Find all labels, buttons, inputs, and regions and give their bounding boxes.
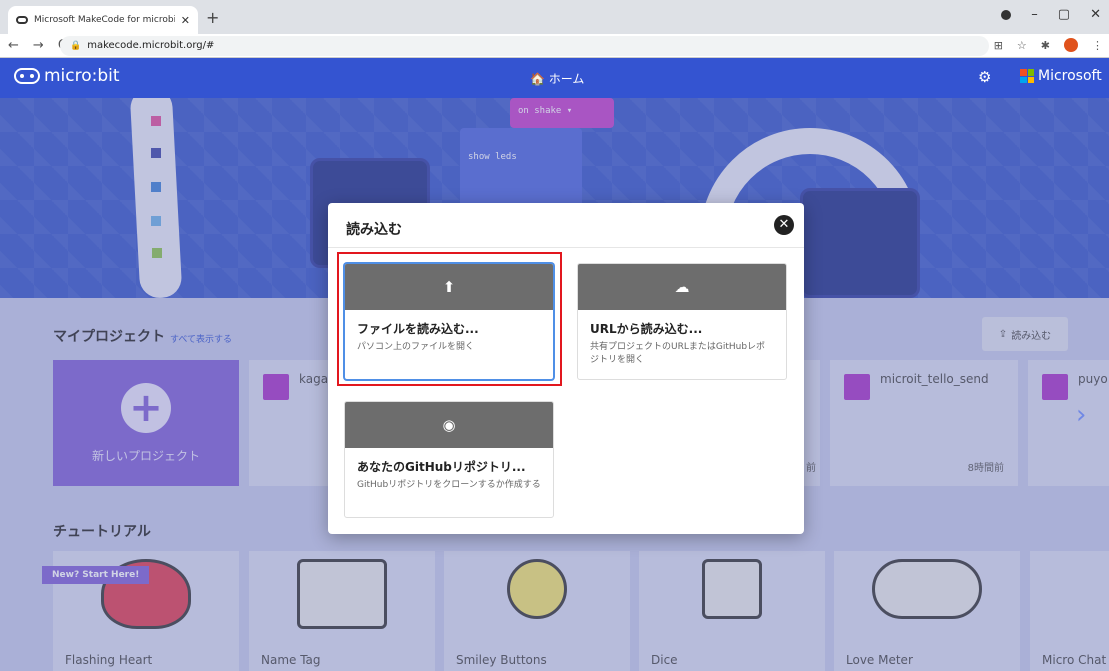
option-description: GitHubリポジトリをクローンするか作成する [357, 480, 541, 490]
star-icon[interactable]: ☆ [1017, 39, 1027, 52]
import-url-option[interactable]: ☁ URLから読み込む... 共有プロジェクトのURLまたはGitHubレポジト… [577, 263, 787, 380]
new-tab-button[interactable]: + [206, 8, 219, 27]
dialog-title: 読み込む [346, 222, 402, 238]
lock-icon: 🔒 [70, 40, 82, 51]
menu-icon[interactable]: ⋮ [1092, 39, 1103, 52]
logo-text: micro:bit [44, 66, 120, 86]
close-window-button[interactable]: ✕ [1090, 7, 1101, 22]
url-text: makecode.microbit.org/# [87, 40, 215, 51]
forward-button[interactable]: → [33, 38, 44, 53]
divider [328, 247, 804, 248]
microbit-logo[interactable]: micro:bit [14, 66, 120, 86]
back-button[interactable]: ← [8, 38, 19, 53]
microbit-favicon-icon [16, 16, 28, 24]
microsoft-logo[interactable]: Microsoft [1020, 68, 1102, 84]
window-controls: – ▢ ✕ [1001, 7, 1101, 22]
avatar[interactable] [1064, 38, 1078, 52]
home-label: ホーム [548, 72, 585, 86]
option-description: 共有プロジェクトのURLまたはGitHubレポジトリを開く [590, 342, 766, 365]
brand-text: Microsoft [1038, 68, 1102, 84]
address-bar: ← → C 🔒 makecode.microbit.org/# ⊞ ☆ ✱ ⋮ [0, 34, 1109, 58]
option-title: URLから読み込む... [590, 322, 703, 336]
browser-tab-bar: Microsoft MakeCode for microbit ✕ + – ▢ … [0, 0, 1109, 34]
github-repo-option[interactable]: ◉ あなたのGitHubリポジトリ... GitHubリポジトリをクローンするか… [344, 401, 554, 518]
home-icon: 🏠 [530, 72, 545, 86]
nav-buttons: ← → C [0, 38, 67, 53]
translate-icon[interactable]: ⊞ [994, 39, 1003, 52]
tab-close-icon[interactable]: ✕ [181, 14, 190, 27]
gear-icon[interactable]: ⚙ [978, 68, 991, 86]
url-field[interactable]: 🔒 makecode.microbit.org/# [60, 35, 989, 56]
minimize-button[interactable]: – [1031, 7, 1038, 22]
github-icon: ◉ [345, 402, 553, 448]
tab-title: Microsoft MakeCode for microbit [34, 15, 175, 25]
cloud-download-icon: ☁ [578, 264, 786, 310]
microsoft-logo-icon [1020, 69, 1034, 83]
close-icon[interactable]: ✕ [774, 215, 794, 235]
maximize-button[interactable]: ▢ [1058, 7, 1070, 22]
extensions-icon[interactable]: ✱ [1041, 39, 1050, 52]
extension-icons: ⊞ ☆ ✱ ⋮ [994, 38, 1103, 52]
app-header: micro:bit 🏠 ホーム ⚙ Microsoft [0, 58, 1109, 98]
option-title: あなたのGitHubリポジトリ... [357, 460, 526, 474]
profile-icon[interactable] [1001, 9, 1012, 20]
browser-tab[interactable]: Microsoft MakeCode for microbit ✕ [8, 6, 198, 34]
home-button[interactable]: 🏠 ホーム [530, 70, 584, 87]
microbit-logo-icon [14, 68, 40, 84]
highlight-box [337, 252, 562, 386]
